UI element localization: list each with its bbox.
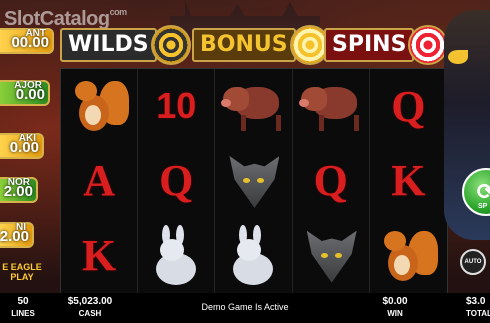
card-symbol: 10 — [156, 85, 197, 127]
reel-cell: Q — [370, 69, 447, 144]
rabbit-symbol — [144, 224, 208, 287]
wolf-symbol — [221, 150, 285, 212]
reel-cell: Q — [293, 144, 369, 219]
card-symbol: Q — [313, 156, 348, 206]
squirrel-symbol — [376, 225, 440, 287]
boar-symbol — [298, 75, 363, 137]
card-symbol: Q — [391, 81, 426, 131]
boar-symbol — [221, 75, 285, 137]
reel-3 — [215, 69, 293, 293]
wilds-banner: WILDS — [60, 25, 191, 65]
reel-1: AK — [61, 69, 139, 293]
rabbit-symbol — [221, 224, 285, 287]
reel-cell: K — [370, 144, 447, 219]
card-symbol: A — [83, 156, 115, 206]
game-logo: E EAGLE PLAY — [2, 262, 42, 282]
wolf-symbol — [299, 225, 363, 287]
reel-cell — [293, 218, 369, 293]
bonus-label: BONUS — [192, 28, 296, 62]
target-icon — [150, 25, 191, 65]
reel-cell — [215, 144, 291, 219]
reel-cell: Q — [138, 144, 214, 219]
reel-cell — [293, 69, 369, 144]
jackpot-major: AJOR 0.00 — [0, 80, 50, 106]
wilds-label: WILDS — [60, 28, 157, 62]
reel-cell — [61, 69, 137, 144]
reel-cell — [215, 218, 291, 293]
spins-label: SPINS — [324, 28, 415, 62]
jackpot-mini: NI 2.00 — [0, 222, 34, 248]
jackpot-maxi: AKI 0.00 — [0, 133, 44, 159]
reel-cell — [138, 218, 214, 293]
lines-display[interactable]: 50 LINES — [8, 296, 38, 318]
reel-5: QK — [370, 69, 447, 293]
reel-cell: K — [61, 218, 137, 293]
reel-cell: 10 — [138, 69, 214, 144]
target-icon — [408, 25, 449, 65]
cash-display: $5,023.00 CASH — [67, 296, 113, 318]
bottom-bar: 50 LINES $5,023.00 CASH Demo Game Is Act… — [0, 293, 490, 323]
reel-cell: A — [61, 144, 137, 219]
spin-arrow-icon: ⟳ — [476, 179, 490, 204]
card-symbol: K — [81, 231, 117, 281]
reel-cell — [215, 69, 291, 144]
total-bet-display[interactable]: $3.0 TOTAL — [466, 296, 490, 318]
jackpot-minor: NOR 2.00 — [0, 177, 38, 203]
win-display: $0.00 WIN — [382, 296, 408, 318]
reel-2: 10 Q — [138, 69, 216, 293]
reel-grid: A K 10 Q Q Q K — [60, 68, 448, 294]
spins-banner: SPINS — [324, 25, 449, 65]
card-symbol: Q — [159, 156, 194, 206]
reel-cell — [370, 218, 447, 293]
reel-4: Q — [293, 69, 370, 293]
autoplay-button[interactable]: AUTO — [460, 249, 486, 275]
bonus-banner: BONUS — [192, 25, 330, 65]
jackpot-grand: ANT 00.00 — [0, 28, 54, 54]
demo-status: Demo Game Is Active — [201, 302, 289, 312]
card-symbol: K — [391, 156, 426, 206]
squirrel-symbol — [67, 75, 131, 137]
